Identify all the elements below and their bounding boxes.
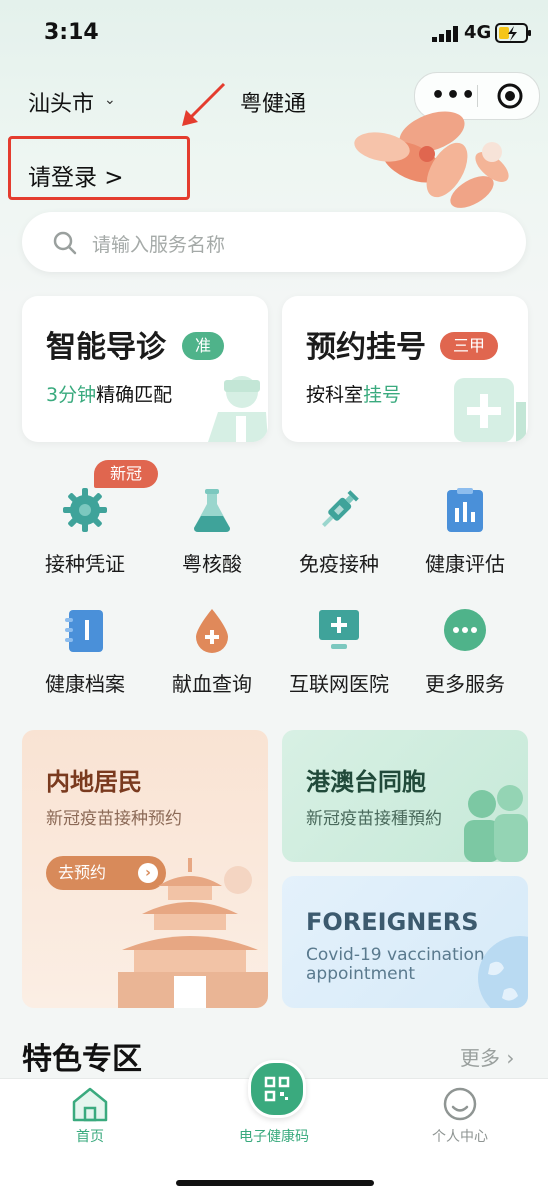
promo-title: 内地居民 bbox=[46, 768, 142, 796]
search-placeholder: 请输入服务名称 bbox=[92, 234, 226, 256]
hospital-illustration-icon bbox=[454, 378, 526, 442]
network-type: 4G bbox=[464, 22, 492, 43]
grid-label: 健康档案 bbox=[45, 672, 125, 696]
login-link[interactable]: 请登录 > bbox=[28, 158, 124, 192]
card-sub-text: 精确匹配 bbox=[96, 384, 173, 406]
app-title: 粤健通 bbox=[240, 92, 307, 117]
signal-icon bbox=[432, 26, 458, 42]
more-dots-icon bbox=[444, 609, 486, 651]
smart-triage-card[interactable]: 智能导诊 准 3分钟精确匹配 bbox=[22, 296, 268, 442]
search-icon bbox=[53, 231, 77, 255]
tab-label-home: 首页 bbox=[76, 1129, 104, 1145]
card-sub-highlight: 3分钟 bbox=[46, 384, 97, 406]
hkmt-compatriots-card[interactable]: 港澳台同胞 新冠疫苗接種預約 bbox=[282, 730, 528, 862]
foreigners-card[interactable]: FOREIGNERS Covid-19 vaccination appointm… bbox=[282, 876, 528, 1008]
card-sub-text: 按科室 bbox=[306, 384, 364, 406]
tab-health-code[interactable] bbox=[248, 1060, 306, 1118]
card-title: 智能导诊 bbox=[46, 330, 166, 365]
syringe-icon bbox=[322, 490, 359, 527]
grid-label: 互联网医院 bbox=[289, 672, 389, 696]
search-bar[interactable]: 请输入服务名称 bbox=[22, 212, 526, 272]
battery-charging-icon bbox=[495, 23, 531, 43]
chart-clipboard-icon bbox=[447, 488, 483, 532]
flower-decoration bbox=[354, 111, 509, 208]
promo-subtitle: 新冠疫苗接种预约 bbox=[46, 809, 182, 829]
grid-label: 接种凭证 bbox=[45, 552, 125, 576]
promo-subtitle: Covid-19 vaccination appointment bbox=[306, 946, 485, 984]
appointment-card[interactable]: 预约挂号 三甲 按科室挂号 bbox=[282, 296, 528, 442]
promo-subtitle-line2: appointment bbox=[306, 964, 416, 984]
grid-label: 健康评估 bbox=[425, 552, 505, 576]
temple-illustration-icon bbox=[118, 858, 268, 1008]
people-illustration-icon bbox=[464, 785, 528, 862]
monitor-plus-icon bbox=[319, 610, 359, 649]
tab-label-profile: 个人中心 bbox=[432, 1129, 488, 1145]
globe-illustration-icon bbox=[478, 936, 528, 1008]
tab-label-health-code: 电子健康码 bbox=[239, 1129, 309, 1145]
card-subtitle: 按科室挂号 bbox=[306, 380, 401, 407]
promo-subtitle: 新冠疫苗接種預約 bbox=[306, 809, 442, 829]
doctor-illustration-icon bbox=[208, 376, 268, 442]
chevron-right-icon: › bbox=[506, 1046, 515, 1070]
tab-home[interactable] bbox=[30, 1086, 150, 1126]
promo-subtitle-line1: Covid-19 vaccination bbox=[306, 945, 485, 965]
flask-icon bbox=[194, 489, 230, 532]
annotation-arrow-icon bbox=[182, 82, 226, 126]
card-badge: 三甲 bbox=[440, 332, 498, 360]
city-selector[interactable]: 汕头市 bbox=[28, 86, 94, 118]
new-badge: 新冠 bbox=[94, 460, 158, 488]
home-indicator bbox=[176, 1180, 374, 1186]
featured-more-link[interactable]: 更多 › bbox=[460, 1042, 514, 1071]
gear-virus-icon bbox=[63, 488, 107, 532]
card-sub-highlight: 挂号 bbox=[363, 384, 402, 406]
blood-drop-icon bbox=[196, 609, 228, 653]
grid-label: 粤核酸 bbox=[182, 552, 242, 576]
card-subtitle: 3分钟精确匹配 bbox=[46, 380, 172, 407]
status-time: 3:14 bbox=[44, 20, 99, 45]
chevron-down-icon[interactable]: ⌄ bbox=[104, 92, 116, 108]
notebook-icon bbox=[65, 610, 103, 652]
mainland-residents-card[interactable]: 内地居民 新冠疫苗接种预约 去预约 › bbox=[22, 730, 268, 1008]
qr-code-icon bbox=[264, 1076, 290, 1102]
book-button-label: 去预约 bbox=[58, 863, 107, 882]
smiley-profile-icon bbox=[443, 1087, 477, 1121]
card-badge: 准 bbox=[182, 332, 224, 360]
card-title: 预约挂号 bbox=[306, 330, 426, 365]
promo-title: FOREIGNERS bbox=[306, 908, 479, 936]
promo-title: 港澳台同胞 bbox=[306, 768, 426, 796]
more-label: 更多 bbox=[460, 1046, 500, 1070]
featured-section-title: 特色专区 bbox=[22, 1042, 142, 1077]
grid-label: 更多服务 bbox=[425, 672, 505, 696]
grid-label: 献血查询 bbox=[172, 672, 252, 696]
tab-profile[interactable] bbox=[400, 1086, 520, 1126]
home-icon bbox=[72, 1087, 108, 1122]
grid-label: 免疫接种 bbox=[299, 552, 379, 576]
